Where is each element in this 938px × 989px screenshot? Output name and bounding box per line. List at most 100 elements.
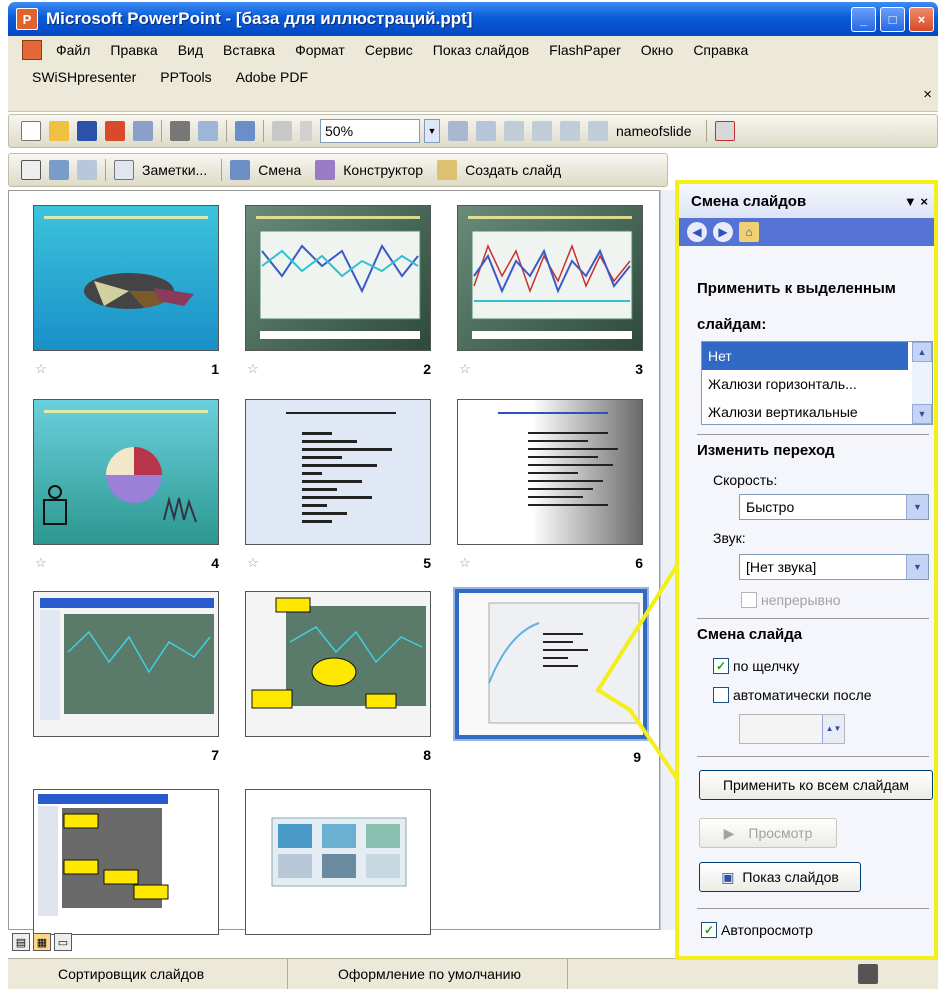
close-button[interactable]: × <box>909 6 934 32</box>
chevron-down-icon[interactable]: ▼ <box>906 555 928 579</box>
pane-menu-icon[interactable]: ▼ × <box>904 194 928 209</box>
list-scrollbar[interactable]: ▲ ▼ <box>912 342 932 424</box>
transition-blinds-vertical[interactable]: Жалюзи вертикальные <box>702 398 908 426</box>
open-icon[interactable] <box>49 121 69 141</box>
autopreview-checkbox[interactable]: ✓ Автопросмотр <box>701 922 813 938</box>
menu-pptools[interactable]: PPTools <box>160 69 211 85</box>
menu-format[interactable]: Формат <box>295 42 345 58</box>
group-icon[interactable] <box>532 121 552 141</box>
slide-thumbnail[interactable] <box>457 205 643 351</box>
menu-file[interactable]: Файл <box>56 42 90 58</box>
slide-7[interactable]: 7 <box>33 591 223 763</box>
slide-thumbnail[interactable] <box>33 789 219 935</box>
slide-sorter-view-icon[interactable]: ▦ <box>33 933 51 951</box>
slide-6[interactable]: ☆ 6 <box>457 399 647 571</box>
chevron-down-icon[interactable]: ▼ <box>906 495 928 519</box>
auto-time-spinner[interactable]: ▲▼ <box>739 714 845 744</box>
apply-all-button[interactable]: Применить ко всем слайдам <box>699 770 933 800</box>
slide-thumbnail[interactable] <box>457 399 643 545</box>
print-preview-icon[interactable] <box>198 121 218 141</box>
checkbox-icon[interactable] <box>713 687 729 703</box>
close-document-icon[interactable]: × <box>923 86 932 103</box>
notes-button[interactable]: Заметки... <box>142 162 207 178</box>
menu-swishpresenter[interactable]: SWiSHpresenter <box>32 69 136 85</box>
grid-icon[interactable] <box>476 121 496 141</box>
slide-thumbnail[interactable] <box>245 591 431 737</box>
menu-insert[interactable]: Вставка <box>223 42 275 58</box>
minimize-button[interactable]: _ <box>851 6 876 32</box>
document-icon[interactable] <box>22 40 42 60</box>
slide-5[interactable]: ☆ 5 <box>245 399 435 571</box>
menu-edit[interactable]: Правка <box>110 42 157 58</box>
save-icon[interactable] <box>77 121 97 141</box>
slide-thumbnail[interactable] <box>33 399 219 545</box>
transition-none[interactable]: Нет <box>702 342 908 370</box>
slide-thumbnail[interactable] <box>245 789 431 935</box>
slide-thumbnail[interactable] <box>33 205 219 351</box>
nameofslide-label[interactable]: nameofslide <box>616 123 692 139</box>
menu-help[interactable]: Справка <box>693 42 748 58</box>
slide-thumbnail[interactable] <box>33 591 219 737</box>
email-icon[interactable] <box>133 121 153 141</box>
expand-icon[interactable] <box>448 121 468 141</box>
new-icon[interactable] <box>21 121 41 141</box>
on-click-checkbox[interactable]: ✓ по щелчку <box>713 658 799 674</box>
scroll-down-icon[interactable]: ▼ <box>912 404 932 424</box>
slide-3[interactable]: ☆ 3 <box>457 205 647 377</box>
zoom-dropdown-icon[interactable]: ▼ <box>424 119 440 143</box>
slide-11[interactable] <box>245 789 435 935</box>
new-slide-icon[interactable] <box>437 160 458 180</box>
designer-button[interactable]: Конструктор <box>343 162 423 178</box>
maximize-button[interactable]: □ <box>880 6 905 32</box>
pdf-icon[interactable] <box>714 121 735 141</box>
forward-icon[interactable]: ▶ <box>713 222 733 242</box>
menu-flashpaper[interactable]: FlashPaper <box>549 42 621 58</box>
zoom-box[interactable]: 50% <box>320 119 420 143</box>
menu-slideshow[interactable]: Показ слайдов <box>433 42 529 58</box>
checked-icon[interactable]: ✓ <box>701 922 717 938</box>
slide-2[interactable]: ☆ 2 <box>245 205 435 377</box>
scroll-up-icon[interactable]: ▲ <box>912 342 932 362</box>
spelling-icon[interactable] <box>235 121 255 141</box>
spinner-arrows-icon[interactable]: ▲▼ <box>822 715 844 743</box>
normal-view-icon[interactable]: ▤ <box>12 933 30 951</box>
new-slide-button[interactable]: Создать слайд <box>465 162 561 178</box>
summary-slide-icon[interactable] <box>77 160 97 180</box>
menu-window[interactable]: Окно <box>641 42 674 58</box>
slide-10[interactable] <box>33 789 223 935</box>
rehearse-timings-icon[interactable] <box>49 160 69 180</box>
slideshow-button[interactable]: ▣ Показ слайдов <box>699 862 861 892</box>
arrange-icon[interactable] <box>588 121 608 141</box>
slide-thumbnail[interactable] <box>245 205 431 351</box>
slide-1[interactable]: ☆ 1 <box>33 205 223 377</box>
slide-8[interactable]: 8 <box>245 591 435 763</box>
loop-checkbox[interactable]: непрерывно <box>741 592 840 608</box>
checked-icon[interactable]: ✓ <box>713 658 729 674</box>
checkbox-icon[interactable] <box>741 592 757 608</box>
undo-dropdown-icon[interactable] <box>300 121 312 141</box>
menu-view[interactable]: Вид <box>178 42 203 58</box>
layer-icon[interactable] <box>504 121 524 141</box>
designer-icon[interactable] <box>315 160 336 180</box>
hide-slide-icon[interactable] <box>21 160 41 180</box>
slide-4[interactable]: ☆ 4 <box>33 399 223 571</box>
notes-icon[interactable] <box>114 160 134 180</box>
print-icon[interactable] <box>170 121 190 141</box>
preview-button[interactable]: ▶ Просмотр <box>699 818 837 848</box>
menu-tools[interactable]: Сервис <box>365 42 413 58</box>
auto-advance-checkbox[interactable]: автоматически после <box>713 687 872 703</box>
menu-adobe-pdf[interactable]: Adobe PDF <box>236 69 308 85</box>
transition-button[interactable]: Смена <box>258 162 301 178</box>
undo-icon[interactable] <box>272 121 292 141</box>
ungroup-icon[interactable] <box>560 121 580 141</box>
back-icon[interactable]: ◀ <box>687 222 707 242</box>
transition-icon[interactable] <box>230 160 251 180</box>
sound-select[interactable]: [Нет звука] ▼ <box>739 554 929 580</box>
transition-blinds-horizontal[interactable]: Жалюзи горизонталь... <box>702 370 908 398</box>
slideshow-view-icon[interactable]: ▭ <box>54 933 72 951</box>
home-icon[interactable]: ⌂ <box>739 222 759 242</box>
permission-icon[interactable] <box>105 121 125 141</box>
speed-select[interactable]: Быстро ▼ <box>739 494 929 520</box>
slide-thumbnail[interactable] <box>245 399 431 545</box>
transition-list[interactable]: Нет Жалюзи горизонталь... Жалюзи вертика… <box>701 341 933 425</box>
